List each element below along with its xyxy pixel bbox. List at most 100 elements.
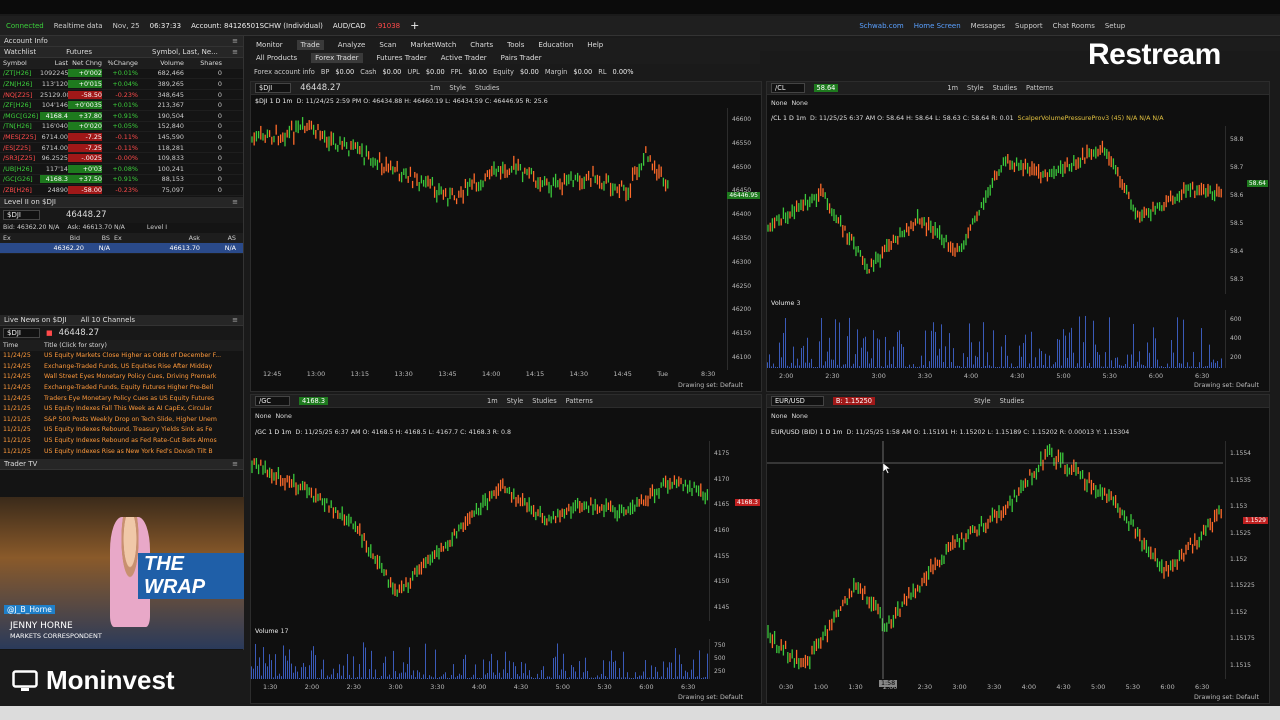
chart-cl-studies[interactable]: Studies — [993, 84, 1017, 92]
news-symbol-input[interactable]: $DJI — [3, 327, 40, 338]
tab-trade[interactable]: Trade — [296, 39, 324, 50]
watchlist-selector[interactable]: Futures — [66, 48, 92, 56]
account-info-header[interactable]: Account Info ≡ — [0, 36, 243, 47]
news-channels[interactable]: All 10 Channels — [81, 316, 135, 324]
watchlist-row[interactable]: /MES[Z25] 6714.00 -7.25 -0.11% 145,590 0 — [0, 132, 243, 143]
level2-row[interactable]: 46362.20 N/A 46613.70 N/A — [0, 243, 243, 254]
chart-gc-symbol-input[interactable]: /GC — [255, 396, 290, 406]
tab-tools[interactable]: Tools — [507, 41, 524, 49]
chart-eurusd-studies[interactable]: Studies — [1000, 397, 1024, 405]
chart-eurusd-symbol-input[interactable]: EUR/USD — [771, 396, 824, 406]
chart-eurusd-tag-2[interactable]: None — [791, 413, 807, 420]
tab-analyze[interactable]: Analyze — [338, 41, 366, 49]
chart-dji-studies[interactable]: Studies — [475, 84, 499, 92]
chart-gc-plot[interactable] — [251, 441, 709, 621]
menu-icon[interactable]: ≡ — [232, 37, 238, 45]
subtab-all-products[interactable]: All Products — [256, 54, 297, 62]
chart-eurusd-drawing-set[interactable]: Drawing set: Default — [1194, 694, 1259, 701]
watchlist-row[interactable]: /ZB[H26] 24890 -58.00 -0.23% 75,097 0 — [0, 185, 243, 196]
col-volume[interactable]: Volume — [138, 59, 184, 67]
chart-cl-tag-1[interactable]: None — [771, 100, 787, 107]
subtab-forex-trader[interactable]: Forex Trader — [311, 52, 363, 63]
subtab-pairs-trader[interactable]: Pairs Trader — [501, 54, 542, 62]
news-item[interactable]: 11/24/25 US Equity Markets Close Higher a… — [0, 351, 243, 362]
link-setup[interactable]: Setup — [1105, 22, 1125, 30]
chart-gc-drawing-set[interactable]: Drawing set: Default — [678, 694, 743, 701]
link-chat-rooms[interactable]: Chat Rooms — [1053, 22, 1095, 30]
watchlist-row[interactable]: /ES[Z25] 6714.00 -7.25 -0.11% 118,281 0 — [0, 143, 243, 154]
chart-eurusd[interactable]: EUR/USD B: 1.15250 Style Studies None No… — [766, 394, 1270, 704]
watchlist-row[interactable]: /MGC[G26] 4168.4 +37.80 +0.91% 190,504 0 — [0, 111, 243, 122]
menu-icon[interactable]: ≡ — [232, 316, 238, 324]
chart-cl-tag-2[interactable]: None — [791, 100, 807, 107]
watchlist-row[interactable]: /UB[H26] 117'14 +0'03 +0.08% 100,241 0 — [0, 164, 243, 175]
chart-gc-timeframe[interactable]: 1m — [487, 397, 498, 405]
chart-cl-plot[interactable] — [767, 126, 1223, 294]
watchlist-row[interactable]: /SR3[Z25] 96.2525 -.0025 -0.00% 109,833 0 — [0, 153, 243, 164]
news-item[interactable]: 11/21/25 US Equity Indexes Fall This Week… — [0, 403, 243, 414]
chart-cl-timeframe[interactable]: 1m — [947, 84, 958, 92]
col-net-chng[interactable]: Net Chng — [68, 59, 102, 67]
tab-monitor[interactable]: Monitor — [256, 41, 283, 49]
menu-icon[interactable]: ≡ — [232, 198, 238, 206]
chart-cl-style[interactable]: Style — [967, 84, 984, 92]
chart-gc[interactable]: /GC 4168.3 1m Style Studies Patterns Non… — [250, 394, 762, 704]
chart-dji-timeframe[interactable]: 1m — [430, 84, 441, 92]
chart-cl[interactable]: /CL 58.64 1m Style Studies Patterns None… — [766, 81, 1270, 392]
news-item[interactable]: 11/21/25 US Equity Indexes Rebound as Fed… — [0, 435, 243, 446]
link-schwab[interactable]: Schwab.com — [859, 22, 903, 30]
tab-charts[interactable]: Charts — [470, 41, 493, 49]
chart-gc-style[interactable]: Style — [507, 397, 524, 405]
watchlist-row[interactable]: /GC[G26] 4168.3 +37.50 +0.91% 88,153 0 — [0, 175, 243, 186]
subtab-futures-trader[interactable]: Futures Trader — [377, 54, 427, 62]
chart-dji-symbol-input[interactable]: $DJI — [255, 83, 292, 93]
watchlist-row[interactable]: /ZT[H26] 1092245 +0'002 +0.01% 682,466 0 — [0, 69, 243, 80]
news-item[interactable]: 11/24/25 Wall Street Eyes Monetary Policy… — [0, 372, 243, 383]
chart-eurusd-tag-1[interactable]: None — [771, 413, 787, 420]
chart-gc-patterns[interactable]: Patterns — [566, 397, 593, 405]
menu-icon[interactable]: ≡ — [232, 48, 238, 56]
watchlist-row[interactable]: /TN[H26] 116'040 +0'020 +0.05% 152,840 0 — [0, 122, 243, 133]
tab-education[interactable]: Education — [538, 41, 573, 49]
chart-eurusd-plot[interactable] — [767, 441, 1223, 679]
link-home-screen[interactable]: Home Screen — [914, 22, 961, 30]
chart-cl-drawing-set[interactable]: Drawing set: Default — [1194, 382, 1259, 389]
alert-icon[interactable]: ■ — [46, 329, 53, 337]
add-icon[interactable]: + — [410, 19, 419, 32]
chart-dji-style[interactable]: Style — [449, 84, 466, 92]
trader-tv-video[interactable]: THE WRAP @J_B_Horne JENNY HORNE MARKETS … — [0, 497, 244, 649]
chart-dji-drawing-set[interactable]: Drawing set: Default — [678, 382, 743, 389]
tab-help[interactable]: Help — [587, 41, 603, 49]
level2-symbol-input[interactable]: $DJI — [3, 210, 40, 221]
watchlist-row[interactable]: /ZN[H26] 113'120 +0'015 +0.04% 389,265 0 — [0, 79, 243, 90]
news-item[interactable]: 11/21/25 S&P 500 Posts Weekly Drop on Tec… — [0, 414, 243, 425]
news-item[interactable]: 11/21/25 US Equity Indexes Rebound, Treas… — [0, 425, 243, 436]
fx-ticker-symbol[interactable]: AUD/CAD — [333, 22, 366, 30]
chart-dji-plot[interactable] — [251, 108, 729, 370]
watchlist-row[interactable]: /ZF[H26] 104'146 +0'0035 +0.01% 213,367 0 — [0, 100, 243, 111]
chart-gc-studies[interactable]: Studies — [532, 397, 556, 405]
news-item[interactable]: 11/24/25 Exchange-Traded Funds, Equity Fu… — [0, 382, 243, 393]
link-messages[interactable]: Messages — [971, 22, 1005, 30]
tab-scan[interactable]: Scan — [379, 41, 396, 49]
col-symbol[interactable]: Symbol — [0, 59, 40, 67]
news-item[interactable]: 11/21/25 US Equity Indexes Rise as New Yo… — [0, 446, 243, 457]
chart-cl-patterns[interactable]: Patterns — [1026, 84, 1053, 92]
menu-icon[interactable]: ≡ — [232, 460, 238, 468]
tab-marketwatch[interactable]: MarketWatch — [410, 41, 456, 49]
link-support[interactable]: Support — [1015, 22, 1043, 30]
chart-dji[interactable]: $DJI 46448.27 1m Style Studies $DJI 1 D … — [250, 81, 762, 392]
col-pct-change[interactable]: %Change — [102, 59, 138, 67]
news-item[interactable]: 11/24/25 Exchange-Traded Funds, US Equiti… — [0, 361, 243, 372]
col-shares[interactable]: Shares — [184, 59, 222, 67]
chart-cl-symbol-input[interactable]: /CL — [771, 83, 805, 93]
subtab-active-trader[interactable]: Active Trader — [441, 54, 487, 62]
col-last[interactable]: Last — [40, 59, 68, 67]
chart-eurusd-style[interactable]: Style — [974, 397, 991, 405]
news-item[interactable]: 11/24/25 Traders Eye Monetary Policy Cues… — [0, 393, 243, 404]
chart-gc-tag-1[interactable]: None — [255, 413, 271, 420]
account-selector[interactable]: Account: 84126501SCHW (Individual) — [191, 22, 323, 30]
chart-gc-tag-2[interactable]: None — [275, 413, 291, 420]
watchlist-search[interactable]: Symbol, Last, Ne... — [152, 48, 218, 56]
watchlist-row[interactable]: /NQ[Z25] 25129.00 -58.50 -0.23% 348,645 0 — [0, 90, 243, 101]
